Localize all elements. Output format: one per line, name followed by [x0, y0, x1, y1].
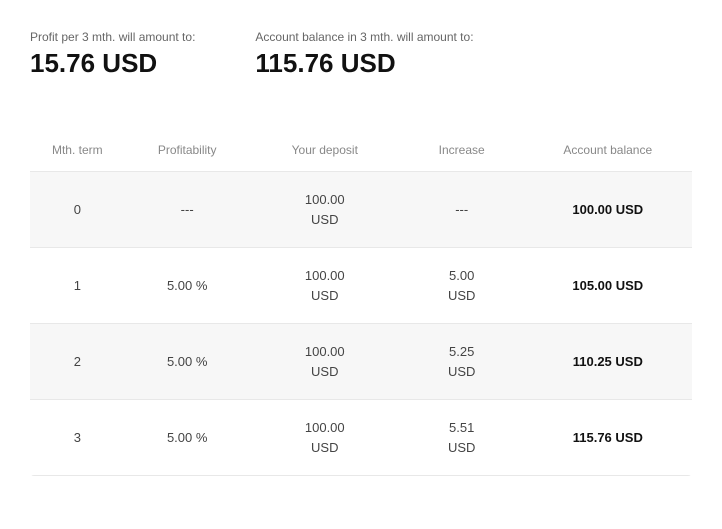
table-row: 2 5.00 % 100.00USD 5.25USD 110.25 USD	[30, 324, 692, 400]
cell-increase: 5.51USD	[400, 400, 524, 476]
cell-balance: 100.00 USD	[524, 172, 692, 248]
col-header-increase: Increase	[400, 129, 524, 172]
cell-increase: 5.25USD	[400, 324, 524, 400]
balance-summary: Account balance in 3 mth. will amount to…	[255, 30, 473, 79]
cell-mth: 3	[30, 400, 125, 476]
cell-profitability: 5.00 %	[125, 400, 250, 476]
col-header-mth: Mth. term	[30, 129, 125, 172]
table-row: 1 5.00 % 100.00USD 5.00USD 105.00 USD	[30, 248, 692, 324]
cell-mth: 0	[30, 172, 125, 248]
balance-value: 115.76 USD	[255, 48, 473, 79]
balance-label: Account balance in 3 mth. will amount to…	[255, 30, 473, 44]
cell-balance: 110.25 USD	[524, 324, 692, 400]
col-header-balance: Account balance	[524, 129, 692, 172]
cell-increase: 5.00USD	[400, 248, 524, 324]
cell-balance: 105.00 USD	[524, 248, 692, 324]
profit-value: 15.76 USD	[30, 48, 195, 79]
cell-deposit: 100.00USD	[250, 400, 400, 476]
data-table-container: Mth. term Profitability Your deposit Inc…	[30, 129, 692, 476]
cell-mth: 1	[30, 248, 125, 324]
cell-profitability: 5.00 %	[125, 248, 250, 324]
table-row: 3 5.00 % 100.00USD 5.51USD 115.76 USD	[30, 400, 692, 476]
table-row: 0 --- 100.00USD --- 100.00 USD	[30, 172, 692, 248]
cell-profitability: ---	[125, 172, 250, 248]
profit-summary: Profit per 3 mth. will amount to: 15.76 …	[30, 30, 195, 79]
cell-increase: ---	[400, 172, 524, 248]
profit-label: Profit per 3 mth. will amount to:	[30, 30, 195, 44]
cell-mth: 2	[30, 324, 125, 400]
cell-deposit: 100.00USD	[250, 248, 400, 324]
col-header-deposit: Your deposit	[250, 129, 400, 172]
col-header-profitability: Profitability	[125, 129, 250, 172]
cell-deposit: 100.00USD	[250, 172, 400, 248]
cell-deposit: 100.00USD	[250, 324, 400, 400]
profitability-table: Mth. term Profitability Your deposit Inc…	[30, 129, 692, 476]
summary-section: Profit per 3 mth. will amount to: 15.76 …	[30, 20, 692, 99]
cell-balance: 115.76 USD	[524, 400, 692, 476]
cell-profitability: 5.00 %	[125, 324, 250, 400]
table-header-row: Mth. term Profitability Your deposit Inc…	[30, 129, 692, 172]
